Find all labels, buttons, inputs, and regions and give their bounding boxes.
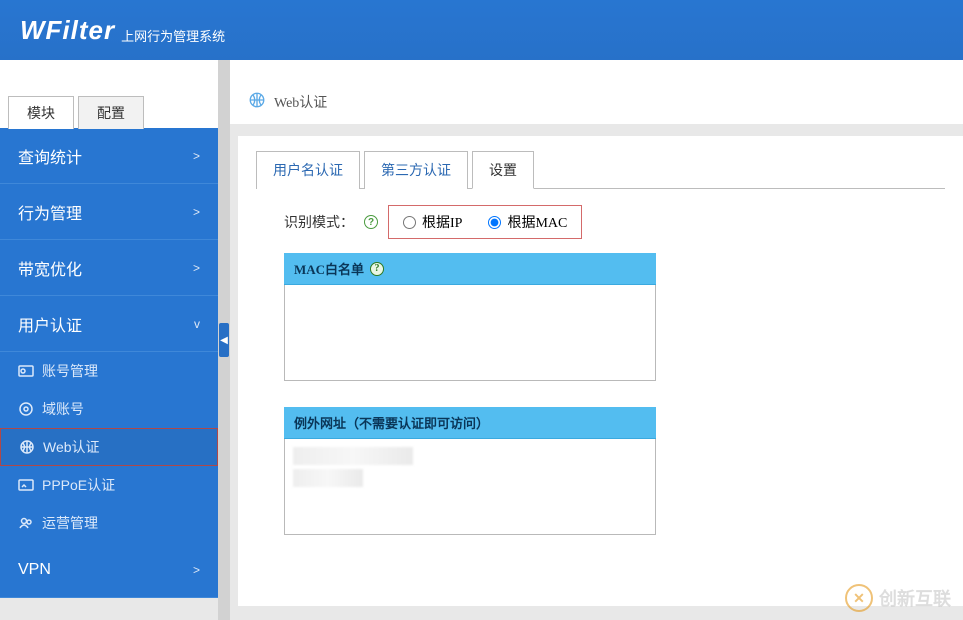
mode-label: 识别模式： [284,212,354,232]
sidebar-top-tabs: 模块 配置 [0,60,218,128]
app-subtitle: 上网行为管理系统 [121,26,225,45]
sidebar-item-pppoe-auth[interactable]: PPPoE认证 [0,466,218,504]
page-title: Web认证 [274,92,327,112]
app-logo: WFilter [20,15,115,46]
exception-url-block: 例外网址（不需要认证即可访问） [284,407,656,535]
sidebar-item-ops-mgmt[interactable]: 运营管理 [0,504,218,542]
help-icon[interactable]: ? [364,215,378,229]
chevron-down-icon: v [194,317,200,331]
mode-radio-group: 根据IP 根据MAC [388,205,582,239]
tab-settings[interactable]: 设置 [472,151,534,189]
mac-whitelist-header: MAC白名单 ? [284,253,656,285]
key-icon [18,477,34,493]
nav-vpn[interactable]: VPN > [0,542,218,598]
tab-thirdparty-auth[interactable]: 第三方认证 [364,151,468,189]
sidebar-item-web-auth[interactable]: Web认证 [0,428,218,466]
radio-by-ip-input[interactable] [403,216,416,229]
watermark-text: 创新互联 [879,585,951,611]
watermark: ✕ 创新互联 [845,584,951,612]
settings-content: 识别模式： ? 根据IP 根据MAC [256,189,945,577]
mac-whitelist-block: MAC白名单 ? [284,253,656,381]
chevron-right-icon: > [193,261,200,275]
panel-tabs: 用户名认证 第三方认证 设置 [256,150,945,189]
id-card-icon [18,363,34,379]
nav-user-auth[interactable]: 用户认证 v [0,296,218,352]
nav-user-auth-submenu: 账号管理 域账号 Web认证 PPPoE认证 运营管理 [0,352,218,542]
tab-username-auth[interactable]: 用户名认证 [256,151,360,189]
settings-panel: 用户名认证 第三方认证 设置 识别模式： ? 根据IP 根据MA [238,136,963,606]
globe-icon [248,91,266,112]
sidebar-tab-module[interactable]: 模块 [8,96,74,129]
recognition-mode-row: 识别模式： ? 根据IP 根据MAC [284,205,917,239]
at-icon [18,401,34,417]
chevron-right-icon: > [193,149,200,163]
collapse-handle-icon[interactable]: ◀ [219,323,229,357]
redacted-content [293,469,363,487]
main-area: Web认证 用户名认证 第三方认证 设置 识别模式： ? 根据IP [230,60,963,620]
sidebar: 模块 配置 查询统计 > 行为管理 > 带宽优化 > 用户认证 v [0,60,218,620]
sidebar-splitter[interactable]: ◀ [218,60,230,620]
sidebar-item-domain-account[interactable]: 域账号 [0,390,218,428]
help-icon[interactable]: ? [370,262,384,276]
users-icon [18,515,34,531]
exception-url-header: 例外网址（不需要认证即可访问） [284,407,656,439]
exception-url-textarea[interactable] [284,439,656,535]
chevron-right-icon: > [193,205,200,219]
sidebar-tab-config[interactable]: 配置 [78,96,144,129]
app-header: WFilter 上网行为管理系统 [0,0,963,60]
redacted-content [293,447,413,465]
nav-query-stats[interactable]: 查询统计 > [0,128,218,184]
mac-whitelist-textarea[interactable] [284,285,656,381]
sidebar-item-account-mgmt[interactable]: 账号管理 [0,352,218,390]
sidebar-nav: 查询统计 > 行为管理 > 带宽优化 > 用户认证 v 账号管理 [0,128,218,598]
globe-icon [19,439,35,455]
radio-by-mac[interactable]: 根据MAC [488,212,567,232]
watermark-icon: ✕ [845,584,873,612]
nav-behavior-mgmt[interactable]: 行为管理 > [0,184,218,240]
chevron-right-icon: > [193,563,200,577]
nav-bandwidth-opt[interactable]: 带宽优化 > [0,240,218,296]
page-header: Web认证 [230,60,963,128]
radio-by-mac-input[interactable] [488,216,501,229]
radio-by-ip[interactable]: 根据IP [403,212,462,232]
